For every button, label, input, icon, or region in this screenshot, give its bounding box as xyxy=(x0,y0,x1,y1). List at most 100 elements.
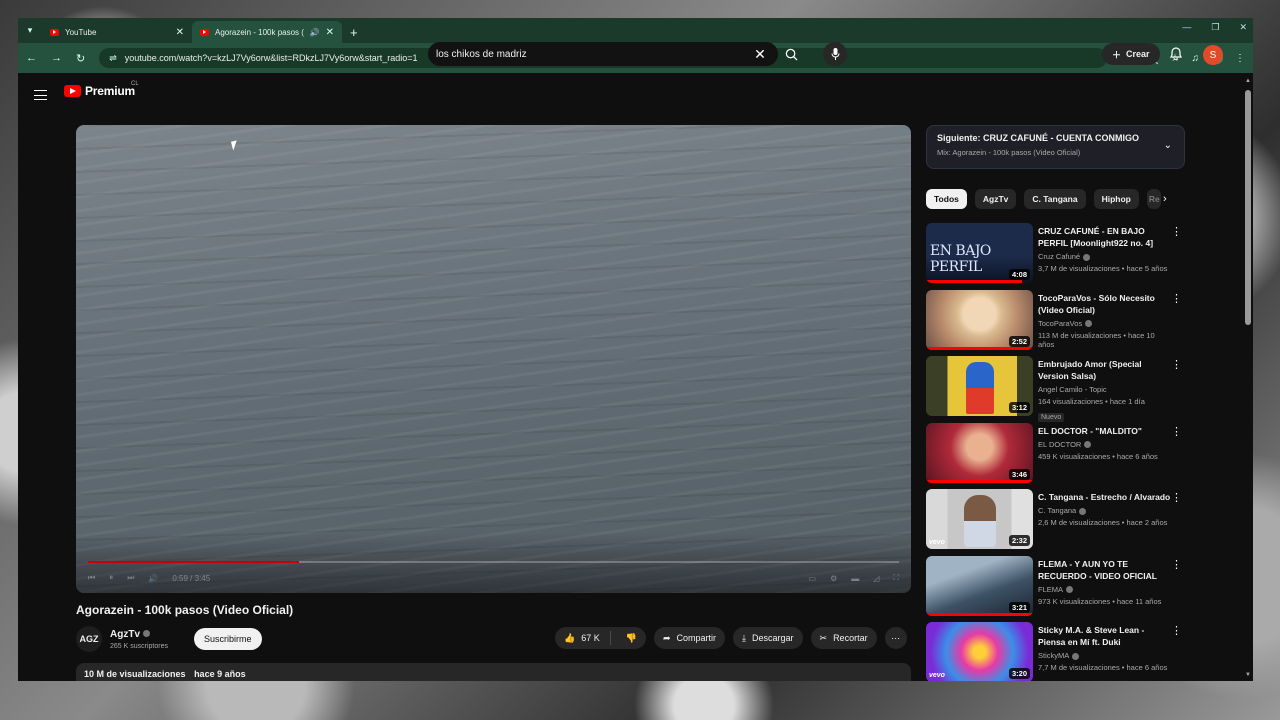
chip-c-tangana[interactable]: C. Tangana xyxy=(1024,189,1086,209)
more-vertical-icon[interactable]: ⋮ xyxy=(1171,225,1182,238)
tab-search-icon[interactable]: ▾ xyxy=(18,18,42,43)
video-thumbnail[interactable]: 3:21 xyxy=(926,555,1033,616)
account-avatar[interactable]: S xyxy=(1203,45,1223,65)
progress-played xyxy=(88,561,299,563)
more-vertical-icon[interactable]: ⋮ xyxy=(1171,425,1182,438)
video-thumbnail[interactable]: EN BAJO PERFIL 4:08 xyxy=(926,223,1033,283)
search-box[interactable]: los chikos de madriz ✕ xyxy=(428,42,778,66)
list-item[interactable]: 2:52 TocoParaVos - Sólo Necesito (Video … xyxy=(926,289,1186,357)
player-controls: ⏮ ⏸ ⏭ 🔊 0:59 / 3:45 ▭ ⚙ ▬ ◿ ⛶ xyxy=(88,569,899,587)
maximize-icon[interactable]: ❐ xyxy=(1211,22,1219,33)
clip-button[interactable]: ✂ Recortar xyxy=(810,627,877,649)
video-thumbnail[interactable]: 3:12 xyxy=(926,356,1033,416)
subtitles-icon[interactable]: ▭ xyxy=(809,574,817,583)
rec-meta: 164 visualizaciones • hace 1 día xyxy=(1038,397,1145,406)
description-box[interactable]: 10 M de visualizaciones hace 9 años xyxy=(76,663,911,681)
search-button[interactable] xyxy=(778,42,804,66)
site-info-icon[interactable]: ⇌ xyxy=(109,53,117,64)
notifications-button[interactable] xyxy=(1170,47,1182,65)
hamburger-menu-icon[interactable] xyxy=(34,90,47,100)
list-item[interactable]: 3:46 EL DOCTOR - "MALDITO" EL DOCTOR 459… xyxy=(926,422,1186,490)
list-item[interactable]: EN BAJO PERFIL 4:08 CRUZ CAFUNÉ - EN BAJ… xyxy=(926,223,1186,290)
rec-meta: 2,6 M de visualizaciones • hace 2 años xyxy=(1038,518,1168,527)
list-item[interactable]: 3:12 Embrujado Amor (Special Version Sal… xyxy=(926,356,1186,423)
like-count[interactable]: 67 K xyxy=(581,633,600,643)
tab-youtube[interactable]: YouTube ✕ xyxy=(42,21,192,43)
chevron-down-icon[interactable]: ⌄ xyxy=(1164,140,1172,151)
volume-icon[interactable]: 🔊 xyxy=(148,574,158,583)
settings-gear-icon[interactable]: ⚙ xyxy=(830,574,837,583)
rec-title: EL DOCTOR - "MALDITO" xyxy=(1038,425,1142,436)
rec-meta: 459 K visualizaciones • hace 6 años xyxy=(1038,451,1158,461)
video-thumbnail[interactable]: vevo 3:20 xyxy=(926,622,1033,681)
tab-video[interactable]: Agorazein - 100k pasos (Vi 🔊 ✕ xyxy=(192,21,342,43)
reload-icon[interactable]: ↻ xyxy=(76,52,85,65)
thumbs-down-icon[interactable]: 👎 xyxy=(617,633,646,644)
new-tab-button[interactable]: + xyxy=(342,21,366,43)
video-thumbnail[interactable]: 2:52 xyxy=(926,289,1033,350)
chip-hiphop[interactable]: Hiphop xyxy=(1093,189,1139,209)
channel-avatar[interactable]: AGZ xyxy=(76,626,102,652)
rec-channel: StickyMA xyxy=(1038,651,1172,660)
download-icon: ⤓ xyxy=(742,632,746,643)
more-actions-button[interactable]: ⋯ xyxy=(884,627,907,649)
scroll-up-icon[interactable]: ▲ xyxy=(1245,78,1251,84)
cast-icon[interactable]: ◿ xyxy=(873,574,879,583)
fullscreen-icon[interactable]: ⛶ xyxy=(893,573,899,583)
youtube-favicon-icon xyxy=(200,28,209,36)
view-count: 10 M de visualizaciones xyxy=(84,669,186,679)
chip-todos[interactable]: Todos xyxy=(926,189,967,209)
thumbs-up-icon[interactable]: 👍 xyxy=(564,633,575,644)
scrollbar-thumb[interactable] xyxy=(1245,90,1251,325)
rec-title: Embrujado Amor (Special Version Salsa) xyxy=(1038,359,1142,381)
rec-meta: 7,7 M de visualizaciones • hace 6 años xyxy=(1038,663,1168,672)
voice-search-button[interactable] xyxy=(823,42,847,66)
minimize-icon[interactable]: — xyxy=(1182,22,1191,33)
share-icon: ➦ xyxy=(662,632,671,643)
chip-partial[interactable]: Re xyxy=(1146,189,1161,209)
create-button[interactable]: ＋ Crear xyxy=(1102,43,1160,65)
forward-icon[interactable]: → xyxy=(51,52,62,64)
youtube-premium-logo[interactable]: Premium CL xyxy=(64,81,139,98)
playlist-next-panel[interactable]: Siguiente: CRUZ CAFUNÉ - CUENTA CONMIGO … xyxy=(926,125,1185,169)
scroll-down-icon[interactable]: ▼ xyxy=(1245,672,1251,678)
watched-bar xyxy=(926,612,1033,616)
list-item[interactable]: vevo 2:32 C. Tangana - Estrecho / Alvara… xyxy=(926,489,1186,556)
page-scrollbar[interactable]: ▲ ▼ xyxy=(1244,78,1252,678)
pause-icon[interactable]: ⏸ xyxy=(109,573,113,583)
close-tab-icon[interactable]: ✕ xyxy=(176,27,184,38)
chevron-right-icon[interactable]: › xyxy=(1163,193,1167,205)
more-vertical-icon[interactable]: ⋮ xyxy=(1171,491,1182,504)
next-icon[interactable]: ⏭ xyxy=(127,573,134,583)
list-item[interactable]: 3:21 FLEMA - Y AUN YO TE RECUERDO - VIDE… xyxy=(926,555,1186,623)
chip-agztv[interactable]: AgzTv xyxy=(974,189,1017,209)
rec-meta: 973 K visualizaciones • hace 11 años xyxy=(1038,596,1162,606)
clip-label: Recortar xyxy=(833,633,868,643)
progress-bar[interactable] xyxy=(88,561,899,563)
more-vertical-icon[interactable]: ⋮ xyxy=(1171,358,1182,371)
audio-playing-icon[interactable]: 🔊 xyxy=(310,28,320,37)
video-player[interactable]: ⏮ ⏸ ⏭ 🔊 0:59 / 3:45 ▭ ⚙ ▬ ◿ ⛶ xyxy=(76,125,911,593)
more-vertical-icon[interactable]: ⋮ xyxy=(1171,292,1182,305)
theater-mode-icon[interactable]: ▬ xyxy=(851,574,859,583)
list-item[interactable]: vevo 3:20 Sticky M.A. & Steve Lean - Pie… xyxy=(926,622,1186,681)
browser-menu-icon[interactable]: ⋮ xyxy=(1235,53,1245,64)
more-vertical-icon[interactable]: ⋮ xyxy=(1171,624,1182,637)
share-button[interactable]: ➦ Compartir xyxy=(653,627,726,649)
close-window-icon[interactable]: ✕ xyxy=(1239,22,1247,33)
back-icon[interactable]: ← xyxy=(26,52,37,64)
media-control-icon[interactable]: ♫ xyxy=(1192,53,1200,64)
clear-search-icon[interactable]: ✕ xyxy=(750,46,770,63)
duration-badge: 2:32 xyxy=(1008,535,1030,546)
channel-name[interactable]: AgzTv xyxy=(110,629,168,640)
download-button[interactable]: ⤓ Descargar xyxy=(733,627,803,649)
close-tab-icon[interactable]: ✕ xyxy=(326,27,334,38)
video-thumbnail[interactable]: vevo 2:32 xyxy=(926,489,1033,549)
watched-bar xyxy=(926,346,1033,350)
search-input[interactable]: los chikos de madriz xyxy=(436,49,750,60)
previous-icon[interactable]: ⏮ xyxy=(88,573,95,583)
subscribe-button[interactable]: Suscribirme xyxy=(193,628,262,650)
video-thumbnail[interactable]: 3:46 xyxy=(926,422,1033,483)
rec-meta: 113 M de visualizaciones • hace 10 años xyxy=(1038,330,1155,349)
more-vertical-icon[interactable]: ⋮ xyxy=(1171,558,1182,571)
